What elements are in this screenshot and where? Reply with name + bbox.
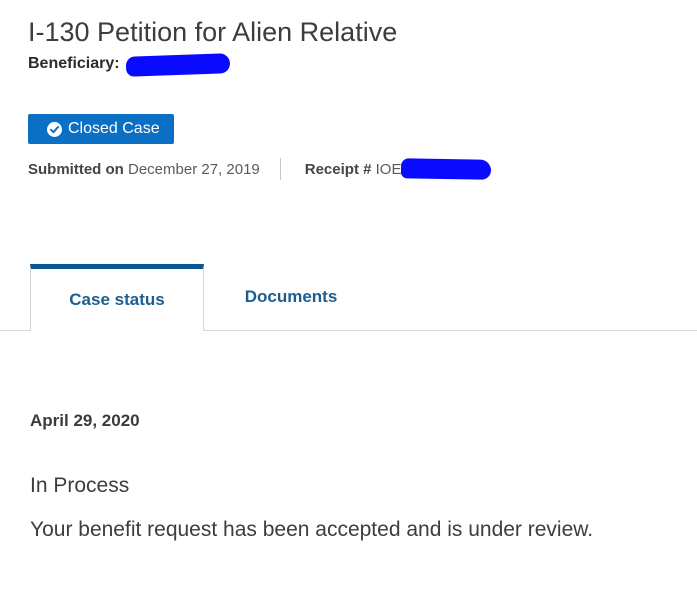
receipt-label: Receipt # <box>304 160 372 178</box>
status-title: In Process <box>30 474 130 497</box>
case-header: I-130 Petition for Alien Relative Benefi… <box>28 14 687 77</box>
status-badge-label: Closed Case <box>68 120 160 137</box>
beneficiary-name-redaction <box>125 53 230 77</box>
beneficiary-label: Beneficiary: <box>28 55 120 72</box>
status-history: April 29, 2020 In Process Your benefit r… <box>30 408 687 544</box>
meta-divider <box>279 158 281 180</box>
status-badge: Closed Case <box>28 114 174 144</box>
receipt-number-redaction <box>401 158 492 180</box>
check-circle-icon <box>47 121 62 137</box>
receipt-number: IOE <box>375 160 402 178</box>
beneficiary-row: Beneficiary: <box>28 52 687 77</box>
submitted-label: Submitted on <box>28 160 124 178</box>
tab-documents[interactable]: Documents <box>204 264 378 330</box>
case-meta: Submitted on December 27, 2019 Receipt #… <box>28 158 492 180</box>
status-date: April 29, 2020 <box>30 411 140 430</box>
tab-case-status-label: Case status <box>69 290 165 309</box>
submitted-date: December 27, 2019 <box>128 160 260 178</box>
tab-case-status[interactable]: Case status <box>30 264 204 331</box>
page-title: I-130 Petition for Alien Relative <box>28 17 398 47</box>
status-description: Your benefit request has been accepted a… <box>30 518 594 541</box>
tabs-bar: Case status Documents <box>0 264 697 331</box>
tab-documents-label: Documents <box>244 287 338 306</box>
